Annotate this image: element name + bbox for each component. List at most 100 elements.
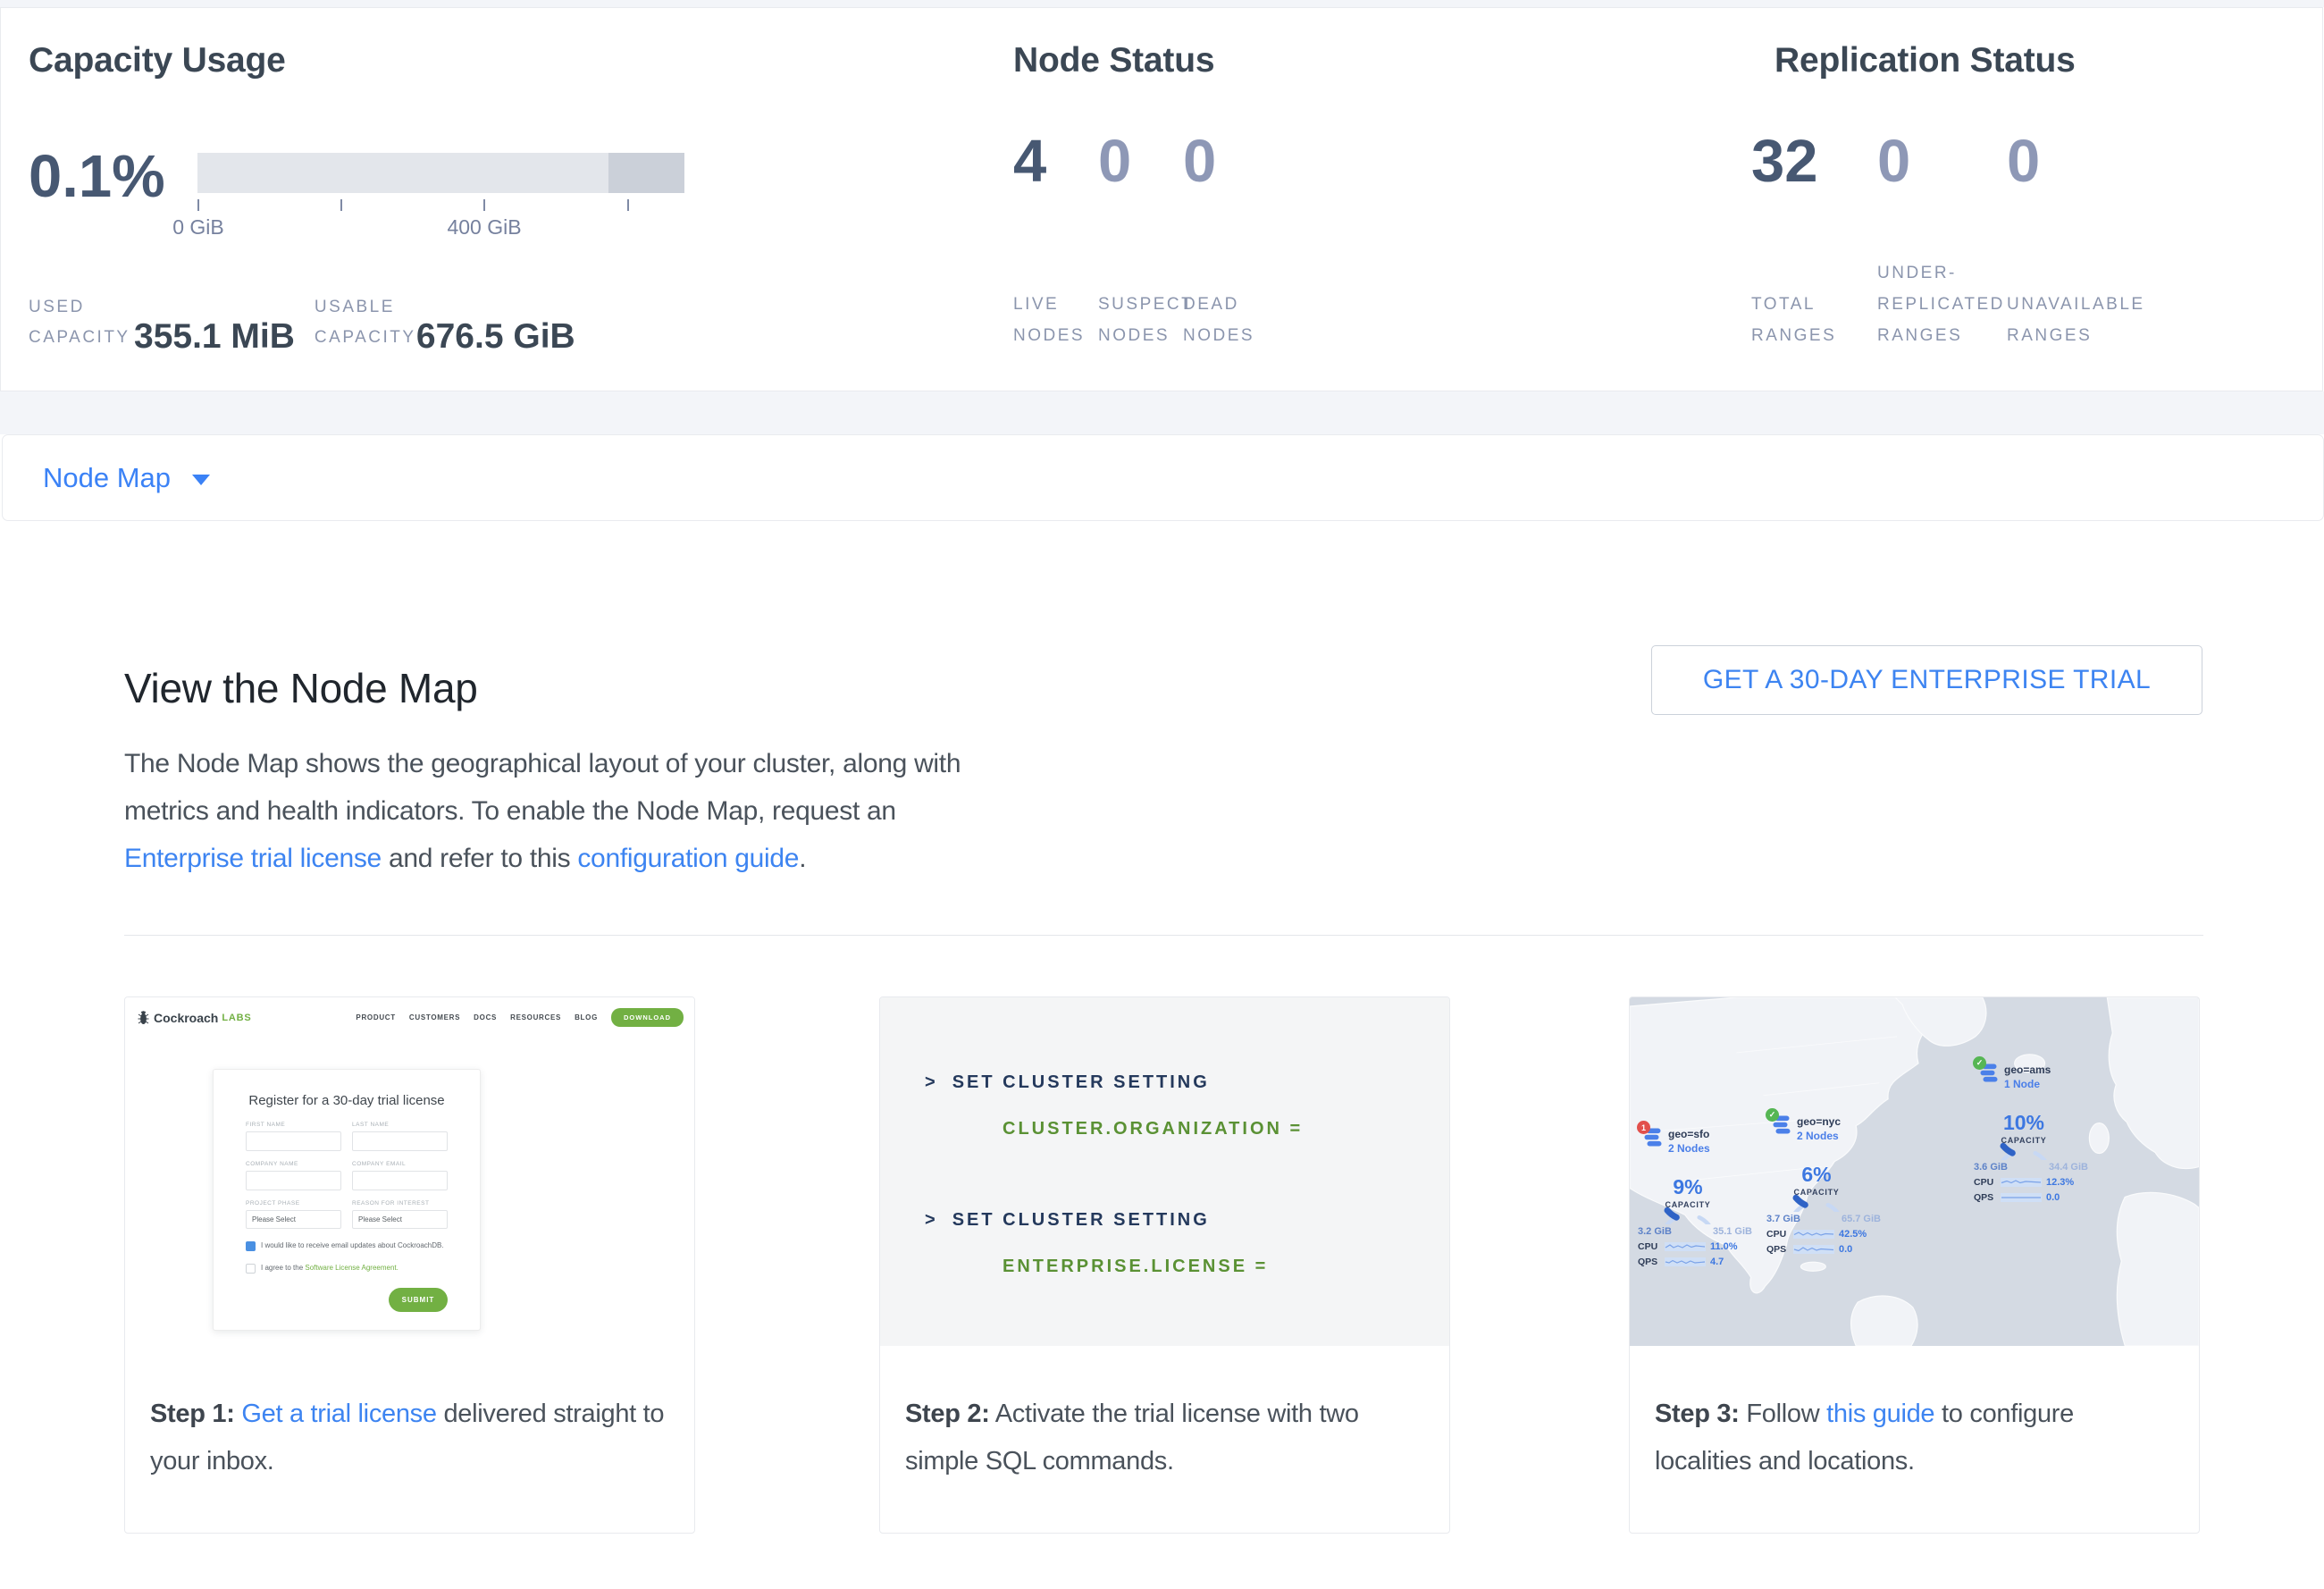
node-map-dropdown-label: Node Map [43, 462, 171, 494]
nav-resources[interactable]: RESOURCES [510, 1013, 561, 1022]
qps-value: 4.7 [1710, 1257, 1724, 1267]
enterprise-trial-license-link[interactable]: Enterprise trial license [124, 844, 382, 873]
capacity-percent: 6% [1785, 1163, 1848, 1187]
capacity-tick-label: 0 GiB [145, 215, 252, 240]
project-phase-select[interactable]: Please Select [246, 1210, 341, 1229]
nav-blog[interactable]: BLOG [575, 1013, 598, 1022]
sql-setting: ENTERPRISE.LICENSE = [1003, 1257, 1268, 1277]
nav-product[interactable]: PRODUCT [356, 1013, 395, 1022]
locality-geo-nyc[interactable]: ✓ geo=nyc 2 Nodes 6% CAPACITY [1773, 1115, 1891, 1255]
enterprise-trial-button[interactable]: GET A 30-DAY ENTERPRISE TRIAL [1651, 645, 2202, 715]
field-label: FIRST NAME [246, 1122, 341, 1128]
nav-docs[interactable]: DOCS [474, 1013, 497, 1022]
email-updates-row: I would like to receive email updates ab… [246, 1240, 448, 1251]
cpu-value: 42.5% [1839, 1229, 1867, 1240]
qps-sparkline-icon [2001, 1193, 2042, 1202]
field-company-email: COMPANY EMAIL [352, 1151, 448, 1190]
panel-gap [0, 391, 2324, 434]
capacity-gauge: 10% CAPACITY [1993, 1097, 2055, 1160]
sql-commands-preview: >SET CLUSTER SETTING CLUSTER.ORGANIZATIO… [880, 997, 1449, 1346]
license-agreement-label: I agree to the Software License Agreemen… [261, 1263, 399, 1273]
field-label: COMPANY NAME [246, 1161, 341, 1167]
email-updates-checkbox[interactable] [246, 1241, 256, 1251]
step-1-card: Cockroach LABS PRODUCT CUSTOMERS DOCS RE… [124, 996, 695, 1534]
cpu-label: CPU [1766, 1229, 1791, 1240]
qps-sparkline-icon [1793, 1245, 1834, 1254]
usable-capacity-value: 676.5 GiB [416, 321, 575, 353]
capacity-total: 34.4 GiB [2049, 1162, 2088, 1173]
page-title: View the Node Map [124, 664, 478, 712]
last-name-input[interactable] [352, 1131, 448, 1151]
cpu-label: CPU [1974, 1177, 1999, 1188]
healthy-badge: ✓ [1973, 1056, 1986, 1070]
step-3-card: 1 geo=sfo 2 Nodes 9% CAPACITY [1629, 996, 2200, 1534]
email-updates-label: I would like to receive email updates ab… [261, 1240, 444, 1250]
company-email-input[interactable] [352, 1171, 448, 1190]
field-last-name: LAST NAME [352, 1112, 448, 1151]
used-capacity-label: USED CAPACITY [29, 292, 127, 353]
step-2-card: >SET CLUSTER SETTING CLUSTER.ORGANIZATIO… [879, 996, 1450, 1534]
capacity-tick [340, 199, 342, 211]
node-map-preview: 1 geo=sfo 2 Nodes 9% CAPACITY [1630, 997, 2199, 1346]
description-text: and refer to this [382, 844, 577, 873]
description-text: The Node Map shows the geographical layo… [124, 749, 961, 826]
license-agreement-link[interactable]: Software License Agreement. [305, 1264, 399, 1272]
capacity-bar: 0 GiB 400 GiB [197, 153, 684, 278]
capacity-percent: 0.1% [29, 142, 165, 211]
field-label: PROJECT PHASE [246, 1200, 341, 1206]
used-capacity-value: 355.1 MiB [134, 321, 295, 353]
first-name-input[interactable] [246, 1131, 341, 1151]
capacity-total: 65.7 GiB [1842, 1214, 1881, 1224]
capacity-tick [627, 199, 629, 211]
capacity-label: CAPACITY [1785, 1188, 1848, 1197]
capacity-bar-usable [197, 153, 608, 193]
reason-select[interactable]: Please Select [352, 1210, 448, 1229]
step-1-caption: Step 1: Get a trial license delivered st… [125, 1346, 694, 1485]
qps-sparkline-icon [1665, 1257, 1706, 1266]
field-label: REASON FOR INTEREST [352, 1200, 448, 1206]
license-agreement-checkbox[interactable] [246, 1264, 256, 1274]
cockroach-labs-logo: Cockroach LABS [138, 1010, 252, 1025]
sql-prompt: > [925, 1072, 938, 1092]
view-selector-bar: Node Map [2, 434, 2324, 521]
this-guide-link[interactable]: this guide [1826, 1400, 1934, 1428]
capacity-percent: 9% [1657, 1175, 1719, 1199]
sql-command-line: > SET CLUSTER SETTING [925, 1210, 1210, 1231]
cpu-stat: CPU 11.0% [1638, 1241, 1762, 1252]
cockroach-bug-icon [138, 1010, 149, 1025]
locality-node-count: 2 Nodes [1668, 1142, 1710, 1155]
field-reason: REASON FOR INTEREST Please Select [352, 1190, 448, 1229]
replication-status-title: Replication Status [1774, 41, 2076, 80]
cpu-label: CPU [1638, 1241, 1663, 1252]
sql-keyword: SET CLUSTER SETTING [952, 1072, 1210, 1092]
step-2-caption: Step 2: Activate the trial license with … [880, 1346, 1449, 1485]
sql-prompt: > [925, 1210, 938, 1230]
company-name-input[interactable] [246, 1171, 341, 1190]
locality-geo-ams[interactable]: ✓ geo=ams 1 Node 10% CAPACITY [1980, 1064, 2098, 1203]
capacity-label: CAPACITY [1657, 1200, 1719, 1209]
node-map-description: The Node Map shows the geographical layo… [124, 740, 1018, 882]
field-project-phase: PROJECT PHASE Please Select [246, 1190, 341, 1229]
download-button[interactable]: DOWNLOAD [611, 1008, 684, 1027]
live-nodes-label: LIVE NODES [1013, 289, 1112, 351]
locality-labels: geo=sfo 2 Nodes [1668, 1128, 1710, 1155]
locality-node-count: 1 Node [2004, 1078, 2051, 1090]
qps-value: 0.0 [1839, 1244, 1852, 1255]
cluster-overview-page: Capacity Usage 0.1% 0 GiB 400 GiB USED C… [0, 0, 2324, 1589]
submit-button[interactable]: SUBMIT [389, 1288, 448, 1312]
node-map-dropdown[interactable]: Node Map [43, 435, 210, 520]
trial-register-form: Register for a 30-day trial license FIRS… [213, 1069, 481, 1331]
nav-customers[interactable]: CUSTOMERS [409, 1013, 460, 1022]
locality-labels: geo=nyc 2 Nodes [1797, 1115, 1841, 1142]
license-agreement-row: I agree to the Software License Agreemen… [246, 1263, 448, 1274]
sql-keyword: SET CLUSTER SETTING [952, 1210, 1210, 1230]
locality-geo-sfo[interactable]: 1 geo=sfo 2 Nodes 9% CAPACITY [1644, 1128, 1762, 1267]
live-nodes-count: 4 [1013, 130, 1046, 193]
capacity-metrics: USED CAPACITY 355.1 MiB USABLE CAPACITY … [29, 292, 575, 353]
capacity-bar-reserved [608, 153, 684, 193]
configuration-guide-link[interactable]: configuration guide [577, 844, 799, 873]
sql-command-line: > SET CLUSTER SETTING [925, 1072, 1210, 1093]
locality-node-count: 2 Nodes [1797, 1130, 1841, 1142]
agreement-text: I agree to the [261, 1264, 305, 1272]
get-trial-license-link[interactable]: Get a trial license [241, 1400, 436, 1428]
